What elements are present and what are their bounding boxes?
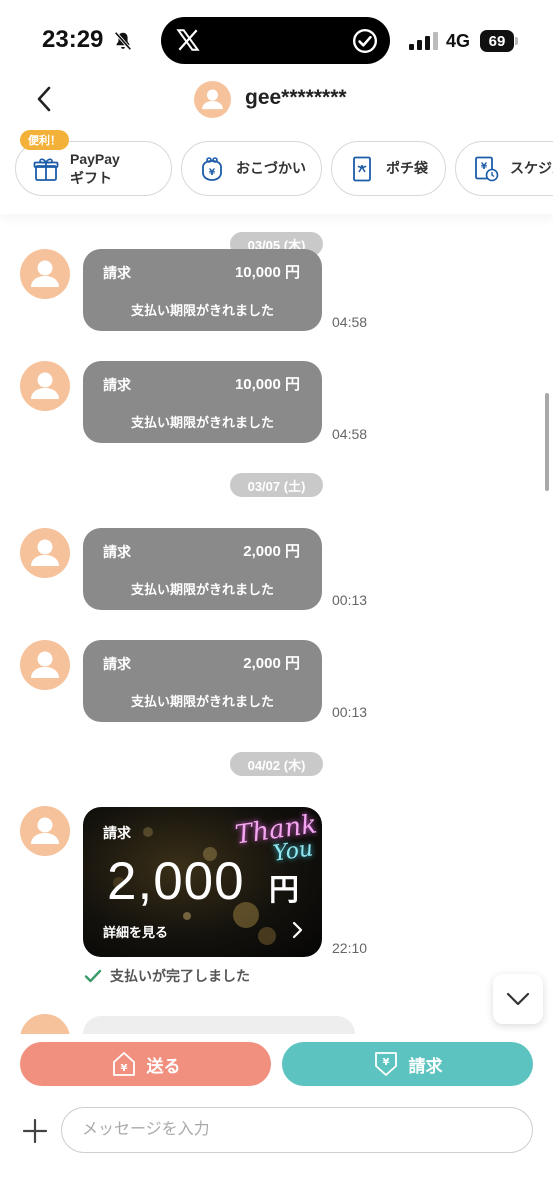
request-status: 支払い期限がきれました <box>130 582 274 597</box>
bell-muted-icon <box>114 31 132 51</box>
schedule-label: スケジュール <box>510 160 553 176</box>
gift-icon <box>33 158 59 181</box>
date-separator: 03/07 (土) <box>230 473 323 497</box>
status-bar: 23:29 4G 69 <box>0 0 553 80</box>
check-icon <box>84 969 102 983</box>
payment-completed-status: 支払いが完了しました <box>84 966 250 986</box>
sender-avatar[interactable] <box>20 249 70 299</box>
message-time: 22:10 <box>332 940 368 956</box>
okozukai-label: おこづかい <box>236 160 306 176</box>
payment-request-card[interactable]: Thank You 請求 2,000 円 詳細を見る <box>83 807 322 957</box>
pochibukuro-button[interactable]: ポチ袋 <box>331 141 446 196</box>
chevron-down-icon <box>506 992 530 1006</box>
request-kind: 請求 <box>103 377 131 393</box>
paid-status-text: 支払いが完了しました <box>110 968 250 984</box>
request-amount: 10,000 円 <box>234 376 300 393</box>
user-icon <box>202 89 223 110</box>
coin-purse-icon: ¥ <box>202 156 222 181</box>
request-amount: 2,000 円 <box>243 655 300 672</box>
text-message-bubble[interactable] <box>83 1016 355 1034</box>
request-status: 支払い期限がきれました <box>130 694 274 709</box>
signal-icon <box>409 32 438 50</box>
request-amount: 2,000 円 <box>243 543 300 560</box>
request-label: 請求 <box>408 1056 443 1076</box>
contact-name[interactable]: gee******** <box>245 86 347 110</box>
pochibukuro-label: ポチ袋 <box>386 160 428 176</box>
you-neon-text: You <box>271 836 315 867</box>
svg-text:¥: ¥ <box>209 168 216 178</box>
payment-request-bubble[interactable]: 請求 10,000 円 支払い期限がきれました <box>83 249 322 331</box>
date-separator: 04/02 (木) <box>230 752 323 776</box>
chevron-right-icon[interactable] <box>289 920 305 940</box>
chat-header: gee******** <box>0 72 553 128</box>
network-type: 4G <box>446 31 471 51</box>
svg-text:¥: ¥ <box>120 1063 127 1074</box>
card-currency: 円 <box>269 874 299 907</box>
paypay-gift-line2: ギフト <box>70 169 112 186</box>
message-input[interactable] <box>61 1107 533 1153</box>
message-time: 00:13 <box>332 704 368 720</box>
back-chevron-icon[interactable] <box>30 84 60 114</box>
request-kind: 請求 <box>103 544 131 560</box>
payment-request-bubble[interactable]: 請求 10,000 円 支払い期限がきれました <box>83 361 322 443</box>
sender-avatar[interactable] <box>20 806 70 856</box>
paypay-gift-line1: PayPay <box>70 150 120 167</box>
user-icon <box>31 372 59 399</box>
user-icon <box>31 260 59 287</box>
scrollbar[interactable] <box>545 393 549 491</box>
sender-avatar[interactable] <box>20 1014 70 1034</box>
bottom-action-area: ¥ 送る ¥ 請求 <box>0 1034 553 1200</box>
battery-level: 69 <box>480 30 514 52</box>
x-logo-icon <box>176 29 200 51</box>
header-avatar[interactable] <box>194 81 231 118</box>
view-details-link[interactable]: 詳細を見る <box>103 922 168 941</box>
card-amount: 2,000 <box>107 852 245 911</box>
sender-avatar[interactable] <box>20 640 70 690</box>
request-amount: 10,000 円 <box>234 264 300 281</box>
user-icon <box>31 651 59 678</box>
request-money-button[interactable]: ¥ 請求 <box>282 1042 533 1086</box>
message-list[interactable]: 03/05 (木) 請求 10,000 円 支払い期限がきれました 04:58 … <box>0 214 553 1034</box>
convenient-badge: 便利！ <box>20 130 69 150</box>
svg-text:¥: ¥ <box>382 1057 389 1068</box>
request-status: 支払い期限がきれました <box>130 303 274 318</box>
sender-avatar[interactable] <box>20 361 70 411</box>
request-kind: 請求 <box>103 265 131 281</box>
schedule-icon: ¥ <box>475 156 499 181</box>
schedule-button[interactable]: ¥ スケジュール <box>455 141 553 196</box>
status-time: 23:29 <box>42 26 104 53</box>
user-icon <box>31 539 59 566</box>
card-request-kind: 請求 <box>103 825 131 841</box>
message-time: 00:13 <box>332 592 368 608</box>
message-time: 04:58 <box>332 426 368 442</box>
send-yen-icon: ¥ <box>112 1052 135 1076</box>
request-yen-icon: ¥ <box>374 1052 397 1076</box>
svg-text:¥: ¥ <box>481 162 488 172</box>
check-circle-icon <box>352 28 378 54</box>
request-kind: 請求 <box>103 656 131 672</box>
send-label: 送る <box>146 1056 181 1076</box>
plus-icon[interactable] <box>22 1118 48 1144</box>
send-money-button[interactable]: ¥ 送る <box>20 1042 271 1086</box>
scroll-to-bottom-button[interactable] <box>493 974 543 1024</box>
message-time: 04:58 <box>332 314 368 330</box>
payment-request-bubble[interactable]: 請求 2,000 円 支払い期限がきれました <box>83 528 322 610</box>
user-icon <box>31 817 59 844</box>
dynamic-island <box>161 17 390 64</box>
payment-request-bubble[interactable]: 請求 2,000 円 支払い期限がきれました <box>83 640 322 722</box>
request-status: 支払い期限がきれました <box>130 415 274 430</box>
quick-actions-bar: PayPay ギフト ¥ おこづかい ポチ袋 ¥ スケジュール <box>0 128 553 214</box>
battery-icon: 69 <box>480 30 518 52</box>
sender-avatar[interactable] <box>20 528 70 578</box>
envelope-icon <box>353 156 371 181</box>
okozukai-button[interactable]: ¥ おこづかい <box>181 141 322 196</box>
